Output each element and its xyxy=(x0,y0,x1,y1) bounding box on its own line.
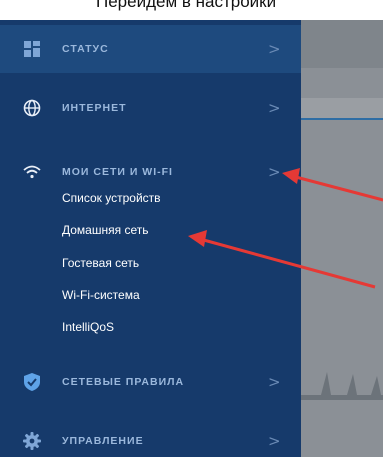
dashboard-icon xyxy=(22,39,42,59)
chevron-right-icon: > xyxy=(268,99,281,117)
submenu-item-guest-network[interactable]: Гостевая сеть xyxy=(62,256,139,270)
chevron-right-icon: > xyxy=(268,432,281,450)
content-area xyxy=(301,20,383,457)
caption-text: Перейдем в настройки xyxy=(96,0,277,11)
sidebar-item-label: СТАТУС xyxy=(62,43,109,55)
content-header xyxy=(301,20,383,68)
sidebar-item-networks[interactable]: МОИ СЕТИ И WI-FI > xyxy=(0,148,301,196)
content-divider xyxy=(301,118,383,120)
gear-icon xyxy=(22,431,42,451)
sidebar-item-network-rules[interactable]: СЕТЕВЫЕ ПРАВИЛА > xyxy=(0,358,301,406)
sidebar-item-status[interactable]: СТАТУС > xyxy=(0,25,301,73)
content-band xyxy=(301,98,383,120)
sidebar-item-label: УПРАВЛЕНИЕ xyxy=(62,435,144,447)
shield-icon xyxy=(22,372,42,392)
top-caption: Перейдем в настройки xyxy=(0,0,383,20)
submenu-item-devices[interactable]: Список устройств xyxy=(62,191,161,205)
sidebar-item-label: СЕТЕВЫЕ ПРАВИЛА xyxy=(62,376,185,388)
chevron-right-icon: > xyxy=(268,40,281,58)
sidebar: СТАТУС > ИНТЕРНЕТ > МОИ СЕТИ И WI-FI > С… xyxy=(0,20,301,457)
chevron-right-icon: > xyxy=(268,373,281,391)
sidebar-item-internet[interactable]: ИНТЕРНЕТ > xyxy=(0,84,301,132)
sidebar-item-label: ИНТЕРНЕТ xyxy=(62,102,127,114)
chevron-right-icon: > xyxy=(268,163,281,181)
submenu-item-wifi-system[interactable]: Wi-Fi-система xyxy=(62,288,140,302)
submenu-item-intelliqos[interactable]: IntelliQoS xyxy=(62,320,114,334)
globe-icon xyxy=(22,98,42,118)
submenu-item-home-network[interactable]: Домашняя сеть xyxy=(62,223,148,237)
sidebar-item-label: МОИ СЕТИ И WI-FI xyxy=(62,166,173,178)
wifi-icon xyxy=(22,162,42,182)
traffic-graph xyxy=(301,372,383,400)
sidebar-item-management[interactable]: УПРАВЛЕНИЕ > xyxy=(0,417,301,465)
